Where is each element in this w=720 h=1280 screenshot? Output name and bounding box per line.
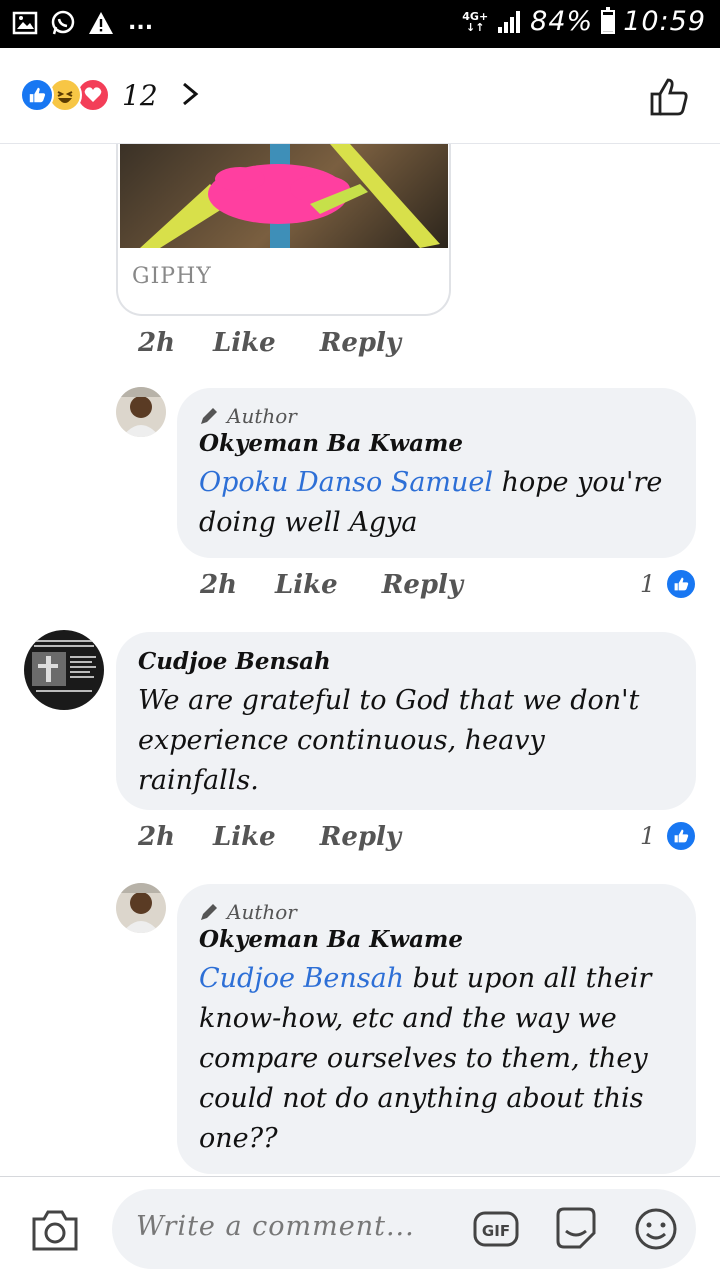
commenter-name[interactable]: Cudjoe Bensah xyxy=(138,648,674,675)
comment-bubble[interactable]: Author Okyeman Ba Kwame Opoku Danso Samu… xyxy=(177,388,696,558)
comment-time: 2h xyxy=(200,570,237,600)
gif-image[interactable] xyxy=(120,144,448,248)
comment-composer: Write a comment... GIF xyxy=(0,1176,720,1280)
reply-link[interactable]: Reply xyxy=(320,328,401,358)
pencil-icon xyxy=(201,408,217,424)
comment-actions: 2h Like Reply xyxy=(138,328,445,358)
reactions-header: 12 xyxy=(0,48,720,144)
battery-icon xyxy=(601,6,616,34)
sticker-icon[interactable] xyxy=(552,1205,600,1253)
comment-time: 2h xyxy=(138,328,175,358)
like-reaction-icon xyxy=(665,568,698,600)
reaction-count: 12 xyxy=(122,78,158,112)
author-badge: Author xyxy=(199,900,674,924)
comment-bubble[interactable]: Author Okyeman Ba Kwame Cudjoe Bensah bu… xyxy=(177,884,696,1174)
like-reaction-icon xyxy=(665,820,698,852)
comment-text: We are grateful to God that we don't exp… xyxy=(138,685,640,796)
avatar[interactable] xyxy=(116,883,166,933)
status-bar: ... 4G+ ↓↑ 84% 10:59 xyxy=(0,0,720,48)
battery-percent: 84% xyxy=(530,6,594,37)
gif-attachment[interactable]: GIPHY xyxy=(116,144,451,316)
comment-actions: 2h Like Reply xyxy=(200,570,507,600)
clock: 10:59 xyxy=(623,6,706,37)
avatar[interactable] xyxy=(116,387,166,437)
whatsapp-icon xyxy=(51,10,75,35)
commenter-name[interactable]: Okyeman Ba Kwame xyxy=(199,430,674,457)
like-link[interactable]: Like xyxy=(213,822,276,852)
like-reaction-icon xyxy=(20,78,54,112)
like-link[interactable]: Like xyxy=(275,570,338,600)
warning-icon xyxy=(89,12,113,34)
pencil-icon xyxy=(201,904,217,920)
gallery-icon xyxy=(12,11,38,35)
camera-icon[interactable] xyxy=(30,1207,80,1253)
comment-time: 2h xyxy=(138,822,175,852)
network-type: 4G+ ↓↑ xyxy=(462,9,489,34)
like-post-button[interactable] xyxy=(648,74,692,118)
svg-text:GIF: GIF xyxy=(482,1222,510,1240)
comment-like-count[interactable]: 1 xyxy=(640,568,698,600)
author-badge: Author xyxy=(199,404,674,428)
reaction-summary[interactable]: 12 xyxy=(20,78,158,112)
mention-link[interactable]: Opoku Danso Samuel xyxy=(199,467,493,498)
chevron-right-icon[interactable] xyxy=(178,82,202,106)
like-link[interactable]: Like xyxy=(213,328,276,358)
comment-like-count[interactable]: 1 xyxy=(640,820,698,852)
signal-icon xyxy=(498,10,521,33)
mention-link[interactable]: Cudjoe Bensah xyxy=(199,963,404,994)
comment-bubble[interactable]: Cudjoe Bensah We are grateful to God tha… xyxy=(116,632,696,810)
emoji-icon[interactable] xyxy=(632,1205,680,1253)
gif-source-label: GIPHY xyxy=(132,264,212,289)
comment-placeholder: Write a comment... xyxy=(136,1211,415,1242)
reply-link[interactable]: Reply xyxy=(320,822,401,852)
comment-actions: 2h Like Reply xyxy=(138,822,445,852)
reply-link[interactable]: Reply xyxy=(382,570,463,600)
commenter-name[interactable]: Okyeman Ba Kwame xyxy=(199,926,674,953)
more-notifications-icon: ... xyxy=(128,10,154,35)
avatar[interactable] xyxy=(24,630,104,710)
comment-text: Cudjoe Bensah but upon all their know-ho… xyxy=(199,963,652,1154)
comment-text: Opoku Danso Samuel hope you're doing wel… xyxy=(199,467,663,538)
comment-input[interactable]: Write a comment... xyxy=(112,1189,696,1269)
gif-icon[interactable]: GIF xyxy=(472,1205,520,1253)
